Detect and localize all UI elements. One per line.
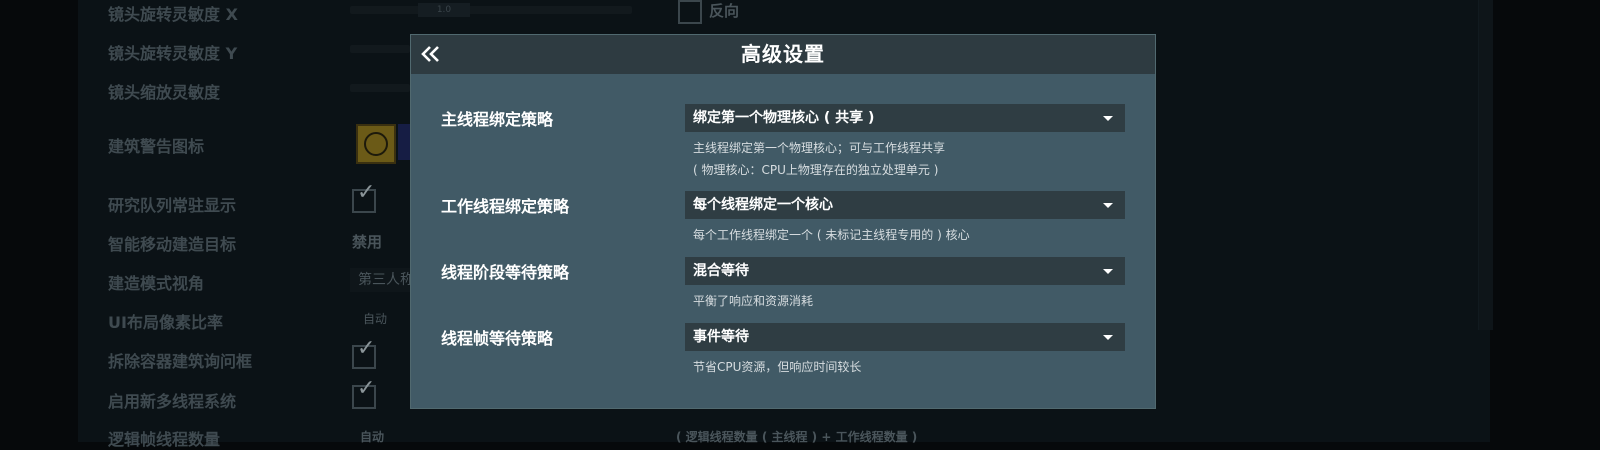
slider-knob-camera-rotate-x[interactable]: 1.0: [418, 3, 470, 17]
back-button[interactable]: [419, 41, 445, 67]
setting-label-smart-move: 智能移动建造目标: [108, 235, 237, 254]
chevron-down-icon: [1103, 269, 1113, 274]
checkbox-new-multithread[interactable]: ✓: [352, 378, 376, 409]
checkbox-research-queue[interactable]: ✓: [352, 182, 376, 213]
modal-header: 高级设置: [411, 35, 1155, 74]
setting-label-dismantle-confirm: 拆除容器建筑询问框: [108, 352, 253, 371]
frame-wait-policy-desc: 节省CPU资源，但响应时间较长: [693, 360, 862, 374]
smart-move-value[interactable]: 禁用: [352, 231, 382, 252]
thread-count-description: ( 逻辑线程数量 ( 主线程 ) + 工作线程数量 ): [676, 430, 918, 444]
setting-label-build-view: 建造模式视角: [108, 274, 205, 293]
checkmark-icon: ✓: [357, 376, 376, 401]
building-warning-icon-button[interactable]: [356, 124, 396, 164]
checkmark-icon: ✓: [357, 336, 376, 361]
dropdown-selected-value: 混合等待: [693, 263, 749, 279]
setting-label-new-multithread: 启用新多线程系统: [108, 392, 237, 411]
frame-wait-policy-label: 线程帧等待策略: [441, 329, 554, 348]
slider-camera-zoom[interactable]: [350, 84, 410, 92]
main-thread-binding-label: 主线程绑定策略: [441, 110, 554, 129]
settings-scrollbar[interactable]: [1478, 0, 1493, 330]
checkmark-icon: ✓: [357, 180, 376, 205]
slider-camera-rotate-x[interactable]: [350, 6, 632, 14]
frame-wait-policy-dropdown[interactable]: 事件等待: [685, 323, 1125, 351]
chevron-down-icon: [1103, 203, 1113, 208]
advanced-settings-modal: 高级设置 主线程绑定策略 绑定第一个物理核心 ( 共享 ) 主线程绑定第一个物理…: [410, 34, 1156, 409]
setting-label-camera-rotate-x: 镜头旋转灵敏度 X: [108, 5, 238, 24]
dropdown-selected-value: 事件等待: [693, 329, 749, 345]
thread-count-value[interactable]: 自动: [360, 428, 384, 445]
checkbox-reverse[interactable]: [678, 0, 702, 24]
stage-wait-policy-label: 线程阶段等待策略: [441, 263, 570, 282]
checkbox-dismantle-confirm[interactable]: ✓: [352, 338, 376, 369]
slider-camera-rotate-y[interactable]: [350, 45, 410, 53]
modal-title: 高级设置: [741, 42, 825, 66]
main-thread-binding-desc-line2: ( 物理核心：CPU上物理存在的独立处理单元 ): [693, 163, 939, 177]
main-thread-binding-desc-line1: 主线程绑定第一个物理核心；可与工作线程共享: [693, 141, 946, 155]
ui-ratio-dropdown[interactable]: 自动: [355, 309, 413, 329]
no-sign-icon: [364, 132, 388, 156]
dropdown-selected-value: 每个线程绑定一个核心: [693, 197, 833, 213]
worker-thread-binding-label: 工作线程绑定策略: [441, 197, 570, 216]
setting-label-camera-zoom: 镜头缩放灵敏度: [108, 83, 221, 102]
build-view-dropdown[interactable]: 第三人称: [350, 268, 416, 292]
stage-wait-policy-dropdown[interactable]: 混合等待: [685, 257, 1125, 285]
main-thread-binding-dropdown[interactable]: 绑定第一个物理核心 ( 共享 ): [685, 104, 1125, 132]
double-chevron-left-icon: [421, 46, 439, 62]
stage-wait-policy-desc: 平衡了响应和资源消耗: [693, 294, 814, 308]
setting-label-logic-thread-count: 逻辑帧线程数量: [108, 430, 221, 449]
chevron-down-icon: [1103, 335, 1113, 340]
reverse-label: 反向: [709, 2, 740, 20]
setting-label-building-warning-icon: 建筑警告图标: [108, 137, 205, 156]
setting-label-camera-rotate-y: 镜头旋转灵敏度 Y: [108, 44, 238, 63]
worker-thread-binding-dropdown[interactable]: 每个线程绑定一个核心: [685, 191, 1125, 219]
dropdown-selected-value: 绑定第一个物理核心 ( 共享 ): [693, 110, 875, 126]
setting-label-research-queue: 研究队列常驻显示: [108, 196, 237, 215]
setting-label-ui-ratio: UI布局像素比率: [108, 313, 223, 332]
chevron-down-icon: [1103, 116, 1113, 121]
worker-thread-binding-desc: 每个工作线程绑定一个 ( 未标记主线程专用的 ) 核心: [693, 228, 970, 242]
